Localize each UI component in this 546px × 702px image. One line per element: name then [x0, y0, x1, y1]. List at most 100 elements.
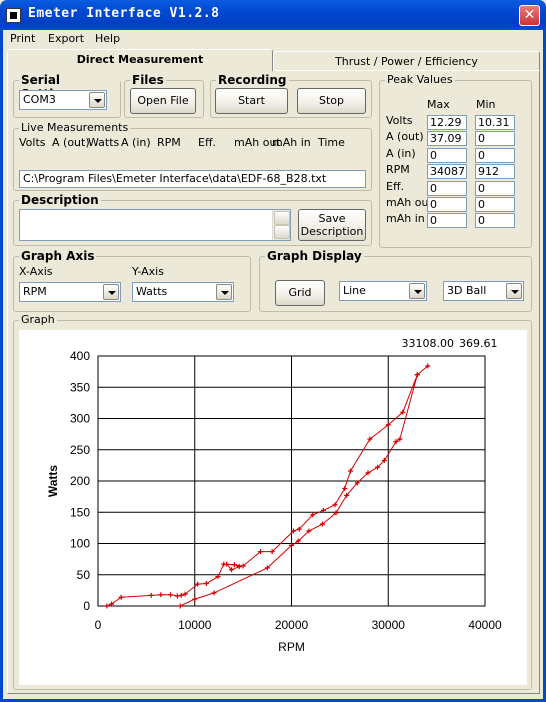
x-axis-title: RPM: [278, 640, 305, 654]
peak-label: RPM: [386, 163, 410, 176]
y-axis-title: Watts: [46, 465, 60, 498]
files-title: Files: [130, 73, 166, 87]
y-tick-label: 100: [70, 537, 90, 551]
peak-min-field[interactable]: 10.31: [475, 115, 515, 130]
scroll-up-button[interactable]: [274, 211, 290, 225]
peak-min-field[interactable]: 0: [475, 148, 515, 163]
y-tick-label: 400: [70, 349, 90, 363]
peak-max-field[interactable]: 12.29: [427, 115, 467, 130]
chevron-down-icon[interactable]: [103, 284, 119, 300]
graph-display-title: Graph Display: [265, 249, 364, 263]
graph-title: Graph: [19, 313, 57, 326]
y-tick-label: 0: [83, 599, 90, 613]
peak-label: A (in): [386, 147, 416, 160]
live-header-a-in: A (in): [121, 136, 151, 149]
data-point: [177, 603, 183, 609]
data-point: [203, 581, 209, 586]
chevron-down-icon[interactable]: [89, 92, 105, 108]
data-point: [192, 596, 198, 602]
live-header-mah-in: mAh in: [272, 136, 311, 149]
peak-values-title: Peak Values: [385, 73, 455, 86]
x-tick-label: 30000: [372, 618, 406, 632]
menu-export[interactable]: Export: [48, 32, 84, 45]
data-point: [211, 590, 217, 596]
x-axis-label: X-Axis: [19, 265, 53, 278]
peak-max-field[interactable]: 0: [427, 148, 467, 163]
peak-min-field[interactable]: 0: [475, 197, 515, 212]
stop-button[interactable]: Stop: [297, 88, 366, 114]
live-header-watts: Watts: [88, 136, 120, 149]
peak-min-field[interactable]: 0: [475, 213, 515, 228]
scroll-down-button[interactable]: [274, 225, 290, 239]
peak-max-header: Max: [427, 98, 450, 111]
data-point: [231, 562, 237, 568]
data-point: [148, 592, 154, 598]
peak-min-header: Min: [476, 98, 496, 111]
x-tick-label: 20000: [275, 618, 309, 632]
peak-label: Volts: [386, 114, 413, 127]
y-tick-label: 250: [70, 443, 90, 457]
data-point: [393, 439, 399, 445]
data-point: [168, 592, 174, 598]
x-tick-label: 40000: [468, 618, 502, 632]
description-input[interactable]: [19, 209, 291, 241]
window-title: Emeter Interface V1.2.8: [28, 6, 220, 21]
description-scrollbar[interactable]: [272, 210, 290, 240]
peak-label: Eff.: [386, 180, 405, 193]
data-point: [397, 436, 403, 442]
live-header-a-out: A (out): [52, 136, 90, 149]
graph-axis-title: Graph Axis: [19, 249, 97, 263]
close-button[interactable]: ✕: [519, 5, 540, 26]
peak-max-field[interactable]: 37.09: [427, 131, 467, 146]
line-style-value: Line: [343, 284, 366, 297]
x-tick-label: 0: [95, 618, 102, 632]
app-icon[interactable]: [6, 8, 21, 23]
y-tick-label: 300: [70, 412, 90, 426]
y-axis-label: Y-Axis: [132, 265, 164, 278]
chevron-down-icon[interactable]: [409, 283, 425, 299]
peak-max-field[interactable]: 0: [427, 181, 467, 196]
save-description-button[interactable]: Save Description: [298, 209, 366, 241]
menu-print[interactable]: Print: [10, 32, 35, 45]
graph-canvas[interactable]: 33108.00 369.61 0 10000 20000 30000 40000 0 50…: [19, 330, 527, 685]
x-axis-select[interactable]: RPM: [19, 282, 121, 302]
y-tick-label: 350: [70, 380, 90, 394]
y-axis-select[interactable]: Watts: [132, 282, 234, 302]
live-header-rpm: RPM: [157, 136, 181, 149]
chevron-down-icon[interactable]: [216, 284, 232, 300]
peak-max-field[interactable]: 0: [427, 197, 467, 212]
peak-min-field[interactable]: 912: [475, 164, 515, 179]
y-tick-label: 150: [70, 505, 90, 519]
data-point: [104, 603, 110, 609]
chevron-down-icon[interactable]: [506, 283, 522, 299]
chart-svg: 0 10000 20000 30000 40000 0 50 100 150 200 250 300 3…: [46, 349, 502, 654]
menu-help[interactable]: Help: [95, 32, 120, 45]
data-file-path-field[interactable]: C:\Program Files\Emeter Interface\data\E…: [19, 170, 366, 188]
tab-thrust-power-efficiency[interactable]: Thrust / Power / Efficiency: [273, 51, 540, 72]
peak-max-field[interactable]: 34087: [427, 164, 467, 179]
com-port-value: COM3: [23, 93, 56, 106]
x-axis-value: RPM: [23, 285, 47, 298]
save-description-line1: Save: [318, 212, 346, 225]
x-tick-label: 10000: [178, 618, 212, 632]
peak-label: mAh in: [386, 212, 425, 225]
peak-min-field[interactable]: 0: [475, 181, 515, 196]
marker-style-select[interactable]: 3D Ball: [443, 281, 524, 301]
grid-button[interactable]: Grid: [275, 280, 325, 306]
live-header-volts: Volts: [19, 136, 46, 149]
data-point: [342, 486, 348, 491]
data-point: [348, 468, 354, 474]
peak-min-field[interactable]: 0: [475, 131, 515, 146]
line-style-select[interactable]: Line: [339, 281, 427, 301]
open-file-button[interactable]: Open File: [130, 88, 196, 114]
live-measurements-title: Live Measurements: [19, 121, 131, 134]
live-header-time: Time: [318, 136, 345, 149]
data-point: [332, 502, 338, 508]
tab-direct-measurement[interactable]: Direct Measurement: [7, 49, 273, 71]
save-description-line2: Description: [300, 225, 364, 238]
peak-max-field[interactable]: 0: [427, 213, 467, 228]
peak-label: A (out): [386, 130, 424, 143]
com-port-select[interactable]: COM3: [19, 90, 107, 110]
live-header-eff: Eff.: [198, 136, 217, 149]
start-button[interactable]: Start: [215, 88, 288, 114]
